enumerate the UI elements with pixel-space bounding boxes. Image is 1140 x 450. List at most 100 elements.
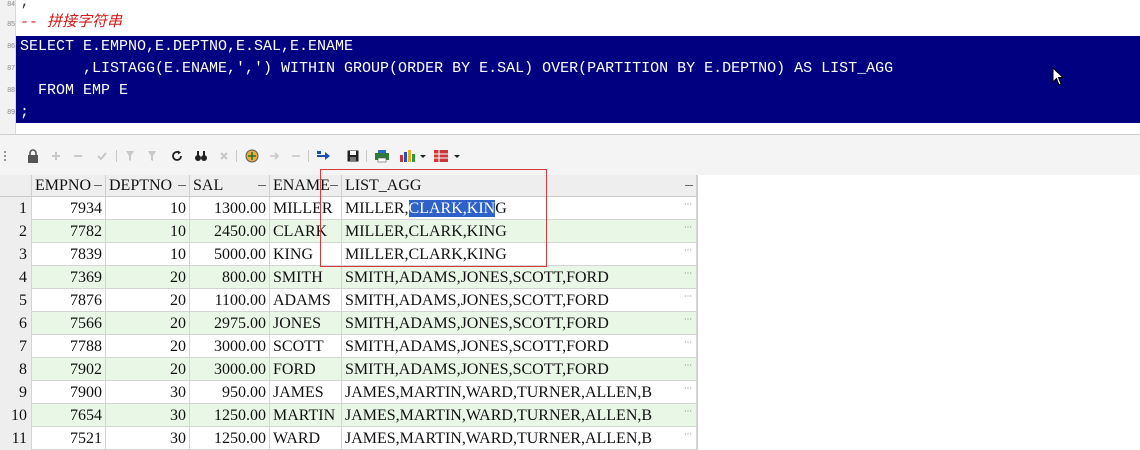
cell-sal[interactable]: 3000.00 [190, 335, 270, 358]
cell-deptno[interactable]: 30 [106, 427, 190, 450]
cell-list-agg[interactable]: SMITH,ADAMS,JONES,SCOTT,FORD ··· [342, 312, 697, 335]
cell-ellipsis-button[interactable]: ··· [684, 201, 692, 209]
table-row[interactable]: 5 7876 20 1100.00 ADAMS SMITH,ADAMS,JONE… [0, 289, 697, 312]
result-grid[interactable]: EMPNO DEPTNO SAL ENAME LIST_AGG 1 7934 1… [0, 175, 1140, 450]
cell-list-agg[interactable]: JAMES,MARTIN,WARD,TURNER,ALLEN,B ··· [342, 404, 697, 427]
cell-ellipsis-button[interactable]: ··· [684, 316, 692, 324]
print-icon[interactable] [373, 149, 391, 163]
lock-icon[interactable] [26, 149, 40, 163]
cell-list-agg[interactable]: MILLER,CLARK,KING ··· [342, 197, 697, 220]
cell-empno[interactable]: 7782 [32, 220, 106, 243]
save-icon[interactable] [346, 149, 360, 163]
cell-sal[interactable]: 1300.00 [190, 197, 270, 220]
cell-ename[interactable]: SCOTT [270, 335, 342, 358]
refresh-icon[interactable] [170, 149, 184, 163]
cell-ename[interactable]: MARTIN [270, 404, 342, 427]
column-filter-icon[interactable] [178, 185, 186, 186]
table-row[interactable]: 6 7566 20 2975.00 JONES SMITH,ADAMS,JONE… [0, 312, 697, 335]
grid-options-icon[interactable] [432, 149, 462, 163]
column-filter-icon[interactable] [94, 185, 102, 186]
table-row[interactable]: 4 7369 20 800.00 SMITH SMITH,ADAMS,JONES… [0, 266, 697, 289]
cell-ellipsis-button[interactable]: ··· [684, 293, 692, 301]
cell-sal[interactable]: 3000.00 [190, 358, 270, 381]
cell-list-agg[interactable]: SMITH,ADAMS,JONES,SCOTT,FORD ··· [342, 358, 697, 381]
column-header-ename[interactable]: ENAME [270, 175, 342, 197]
cell-deptno[interactable]: 20 [106, 312, 190, 335]
cell-sal[interactable]: 800.00 [190, 266, 270, 289]
cell-ename[interactable]: MILLER [270, 197, 342, 220]
find-icon[interactable] [193, 149, 209, 163]
clear-filter-icon[interactable] [146, 149, 158, 163]
cell-deptno[interactable]: 10 [106, 220, 190, 243]
post-icon[interactable] [96, 149, 108, 163]
row-number[interactable]: 11 [0, 427, 32, 450]
chart-icon[interactable] [398, 149, 428, 163]
filter-icon[interactable] [124, 149, 136, 163]
cell-list-agg[interactable]: JAMES,MARTIN,WARD,TURNER,ALLEN,B ··· [342, 427, 697, 450]
cell-ename[interactable]: FORD [270, 358, 342, 381]
column-header-deptno[interactable]: DEPTNO [106, 175, 190, 197]
cell-ename[interactable]: WARD [270, 427, 342, 450]
cell-sal[interactable]: 1250.00 [190, 427, 270, 450]
row-number[interactable]: 9 [0, 381, 32, 404]
table-row[interactable]: 7 7788 20 3000.00 SCOTT SMITH,ADAMS,JONE… [0, 335, 697, 358]
cell-sal[interactable]: 1100.00 [190, 289, 270, 312]
table-row[interactable]: 2 7782 10 2450.00 CLARK MILLER,CLARK,KIN… [0, 220, 697, 243]
table-row[interactable]: 9 7900 30 950.00 JAMES JAMES,MARTIN,WARD… [0, 381, 697, 404]
cell-sal[interactable]: 2975.00 [190, 312, 270, 335]
cell-ename[interactable]: SMITH [270, 266, 342, 289]
table-row[interactable]: 10 7654 30 1250.00 MARTIN JAMES,MARTIN,W… [0, 404, 697, 427]
cell-deptno[interactable]: 30 [106, 404, 190, 427]
cell-empno[interactable]: 7934 [32, 197, 106, 220]
cell-ellipsis-button[interactable]: ··· [684, 385, 692, 393]
column-header-empno[interactable]: EMPNO [32, 175, 106, 197]
cell-ename[interactable]: JONES [270, 312, 342, 335]
cell-deptno[interactable]: 20 [106, 358, 190, 381]
cell-ellipsis-button[interactable]: ··· [684, 408, 692, 416]
column-header-sal[interactable]: SAL [190, 175, 270, 197]
cell-sal[interactable]: 950.00 [190, 381, 270, 404]
table-row[interactable]: 1 7934 10 1300.00 MILLER MILLER,CLARK,KI… [0, 197, 697, 220]
cell-empno[interactable]: 7654 [32, 404, 106, 427]
cell-empno[interactable]: 7876 [32, 289, 106, 312]
cell-deptno[interactable]: 20 [106, 335, 190, 358]
column-filter-icon[interactable] [330, 185, 338, 186]
add-row-icon[interactable] [50, 149, 62, 163]
cell-deptno[interactable]: 30 [106, 381, 190, 404]
row-number[interactable]: 6 [0, 312, 32, 335]
cell-ename[interactable]: ADAMS [270, 289, 342, 312]
row-number[interactable]: 3 [0, 243, 32, 266]
cell-empno[interactable]: 7900 [32, 381, 106, 404]
sql-editor[interactable]: 84 85 86 87 88 89 ; -- 拼接字符串 SELECT E.EM… [0, 0, 1140, 134]
cell-deptno[interactable]: 10 [106, 243, 190, 266]
row-number[interactable]: 10 [0, 404, 32, 427]
export-icon[interactable] [315, 149, 333, 163]
cell-ename[interactable]: KING [270, 243, 342, 266]
cell-empno[interactable]: 7566 [32, 312, 106, 335]
cell-ellipsis-button[interactable]: ··· [684, 431, 692, 439]
cell-sal[interactable]: 2450.00 [190, 220, 270, 243]
cell-ellipsis-button[interactable]: ··· [684, 224, 692, 232]
cell-list-agg[interactable]: SMITH,ADAMS,JONES,SCOTT,FORD ··· [342, 289, 697, 312]
cell-ellipsis-button[interactable]: ··· [684, 270, 692, 278]
cell-ename[interactable]: JAMES [270, 381, 342, 404]
cell-empno[interactable]: 7521 [32, 427, 106, 450]
column-filter-icon[interactable] [258, 185, 266, 186]
cell-sal[interactable]: 1250.00 [190, 404, 270, 427]
previous-icon[interactable] [290, 149, 302, 163]
row-number[interactable]: 4 [0, 266, 32, 289]
table-row[interactable]: 3 7839 10 5000.00 KING MILLER,CLARK,KING… [0, 243, 697, 266]
cell-deptno[interactable]: 20 [106, 266, 190, 289]
row-number[interactable]: 2 [0, 220, 32, 243]
row-number[interactable]: 1 [0, 197, 32, 220]
row-number[interactable]: 8 [0, 358, 32, 381]
cell-sal[interactable]: 5000.00 [190, 243, 270, 266]
cell-list-agg[interactable]: MILLER,CLARK,KING ··· [342, 243, 697, 266]
next-icon[interactable] [268, 149, 280, 163]
cell-ellipsis-button[interactable]: ··· [684, 362, 692, 370]
row-number[interactable]: 5 [0, 289, 32, 312]
cell-list-agg[interactable]: SMITH,ADAMS,JONES,SCOTT,FORD ··· [342, 266, 697, 289]
cell-deptno[interactable]: 20 [106, 289, 190, 312]
cell-empno[interactable]: 7369 [32, 266, 106, 289]
cell-ellipsis-button[interactable]: ··· [684, 339, 692, 347]
